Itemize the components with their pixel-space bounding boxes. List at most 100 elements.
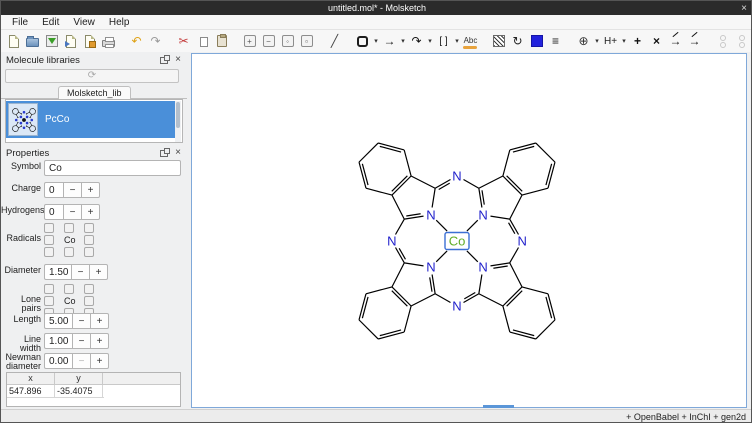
molecule-drawing[interactable]: CoNNNNNNNN <box>192 54 748 409</box>
bond[interactable] <box>546 164 552 185</box>
bond[interactable] <box>392 195 404 219</box>
bond[interactable] <box>536 320 555 339</box>
bracket-tool-dropdown-arrow[interactable]: ▾ <box>453 31 461 51</box>
bond[interactable] <box>359 320 378 339</box>
bond[interactable] <box>362 164 368 185</box>
bond[interactable] <box>513 330 534 336</box>
mechanism-arrow-tool-button[interactable]: → <box>685 31 704 51</box>
bond[interactable] <box>482 190 484 204</box>
lone-pair-checkbox[interactable] <box>84 284 94 294</box>
lone-pair-checkbox[interactable] <box>84 296 94 306</box>
move-tool-button[interactable]: + <box>628 31 647 51</box>
newman-diameter-value[interactable]: 0.00 <box>44 353 73 369</box>
lone-pair-checkbox[interactable] <box>64 284 74 294</box>
atom-N[interactable]: N <box>426 207 435 222</box>
coord-cell-y[interactable]: -35.4075 <box>55 385 103 397</box>
redo-button[interactable]: ↷ <box>146 31 165 51</box>
curved-arrow-tool-button[interactable]: ↷ <box>407 31 426 51</box>
radical-checkbox[interactable] <box>44 247 54 257</box>
zoom-fit-button[interactable]: ▫ <box>297 31 316 51</box>
align-tool-1-button[interactable] <box>713 31 732 51</box>
bond[interactable] <box>380 330 401 336</box>
delete-tool-button[interactable]: × <box>647 31 666 51</box>
zoom-out-button[interactable]: − <box>259 31 278 51</box>
drawing-canvas[interactable]: CoNNNNNNNN <box>191 53 747 408</box>
bond[interactable] <box>359 143 378 162</box>
open-file-button[interactable] <box>23 31 42 51</box>
cut-button[interactable]: ✂ <box>174 31 193 51</box>
atom-N[interactable]: N <box>452 168 461 183</box>
bond[interactable] <box>510 263 522 287</box>
charge-decrement-button[interactable]: − <box>63 182 82 198</box>
hydrogens-value[interactable]: 0 <box>44 204 64 220</box>
bond[interactable] <box>510 248 519 263</box>
bond[interactable] <box>436 251 447 262</box>
reaction-arrow-tool-button[interactable]: → <box>666 31 685 51</box>
bond[interactable] <box>509 223 515 234</box>
menu-edit[interactable]: Edit <box>35 15 66 30</box>
text-tool-button[interactable]: Abc <box>461 31 480 51</box>
menu-file[interactable]: File <box>5 15 35 30</box>
atom-N[interactable]: N <box>452 299 461 314</box>
bond[interactable] <box>479 274 482 293</box>
float-panel-icon[interactable] <box>160 57 168 64</box>
bond[interactable] <box>380 146 401 152</box>
length-increment-button[interactable]: + <box>90 313 109 329</box>
symbol-field[interactable] <box>44 160 181 176</box>
zoom-in-button[interactable]: + <box>240 31 259 51</box>
diameter-decrement-button[interactable]: − <box>71 264 90 280</box>
line-width-decrement-button[interactable]: − <box>72 333 91 349</box>
radical-checkbox[interactable] <box>64 223 74 233</box>
bond[interactable] <box>522 188 548 195</box>
radical-checkbox[interactable] <box>44 223 54 233</box>
bond[interactable] <box>503 150 510 176</box>
charge-value[interactable]: 0 <box>44 182 64 198</box>
hydrogen-tool-dropdown-arrow[interactable]: ▾ <box>620 31 628 51</box>
copy-button[interactable] <box>193 31 212 51</box>
length-decrement-button[interactable]: − <box>72 313 91 329</box>
tab-molsketch-lib[interactable]: Molsketch_lib <box>58 86 131 99</box>
new-file-button[interactable] <box>4 31 23 51</box>
curved-arrow-tool-dropdown-arrow[interactable]: ▾ <box>426 31 434 51</box>
bond[interactable] <box>503 306 510 332</box>
bond[interactable] <box>546 297 552 318</box>
bond[interactable] <box>392 263 404 287</box>
bond[interactable] <box>522 287 548 294</box>
bond[interactable] <box>395 219 404 234</box>
atom-N[interactable]: N <box>478 207 487 222</box>
bond[interactable] <box>432 274 435 293</box>
bond[interactable] <box>513 146 534 152</box>
ring-tool-dropdown-arrow[interactable]: ▾ <box>372 31 380 51</box>
bond[interactable] <box>467 251 478 262</box>
radical-checkbox[interactable] <box>84 223 94 233</box>
library-scrollbar[interactable] <box>175 101 181 143</box>
hydrogen-tool-button[interactable]: H+ <box>601 31 620 51</box>
bond[interactable] <box>467 220 478 231</box>
bond[interactable] <box>503 287 522 306</box>
menu-help[interactable]: Help <box>102 15 137 30</box>
library-item-partial[interactable] <box>9 139 179 143</box>
bond[interactable] <box>503 176 522 195</box>
charge-tool-button[interactable]: ⊕ <box>574 31 593 51</box>
line-width-value[interactable]: 1.00 <box>44 333 73 349</box>
bond[interactable] <box>392 176 408 192</box>
radical-checkbox[interactable] <box>84 247 94 257</box>
float-panel-icon[interactable] <box>160 150 168 157</box>
draw-bond-tool-button[interactable]: ╱ <box>325 31 344 51</box>
bond[interactable] <box>404 263 423 266</box>
align-tool-2-button[interactable] <box>732 31 751 51</box>
charge-increment-button[interactable]: + <box>81 182 100 198</box>
print-button[interactable] <box>99 31 118 51</box>
refresh-libraries-button[interactable]: ⟳ <box>5 69 179 83</box>
bond[interactable] <box>366 287 392 294</box>
undo-button[interactable]: ↶ <box>127 31 146 51</box>
bond[interactable] <box>404 150 411 176</box>
close-panel-icon[interactable]: × <box>175 148 181 158</box>
lone-pair-checkbox[interactable] <box>44 296 54 306</box>
edit-export-button[interactable] <box>80 31 99 51</box>
bond[interactable] <box>479 188 482 207</box>
bond[interactable] <box>464 179 479 188</box>
newman-diameter-increment-button[interactable]: + <box>90 353 109 369</box>
close-panel-icon[interactable]: × <box>175 55 181 65</box>
radical-checkbox[interactable] <box>44 235 54 245</box>
